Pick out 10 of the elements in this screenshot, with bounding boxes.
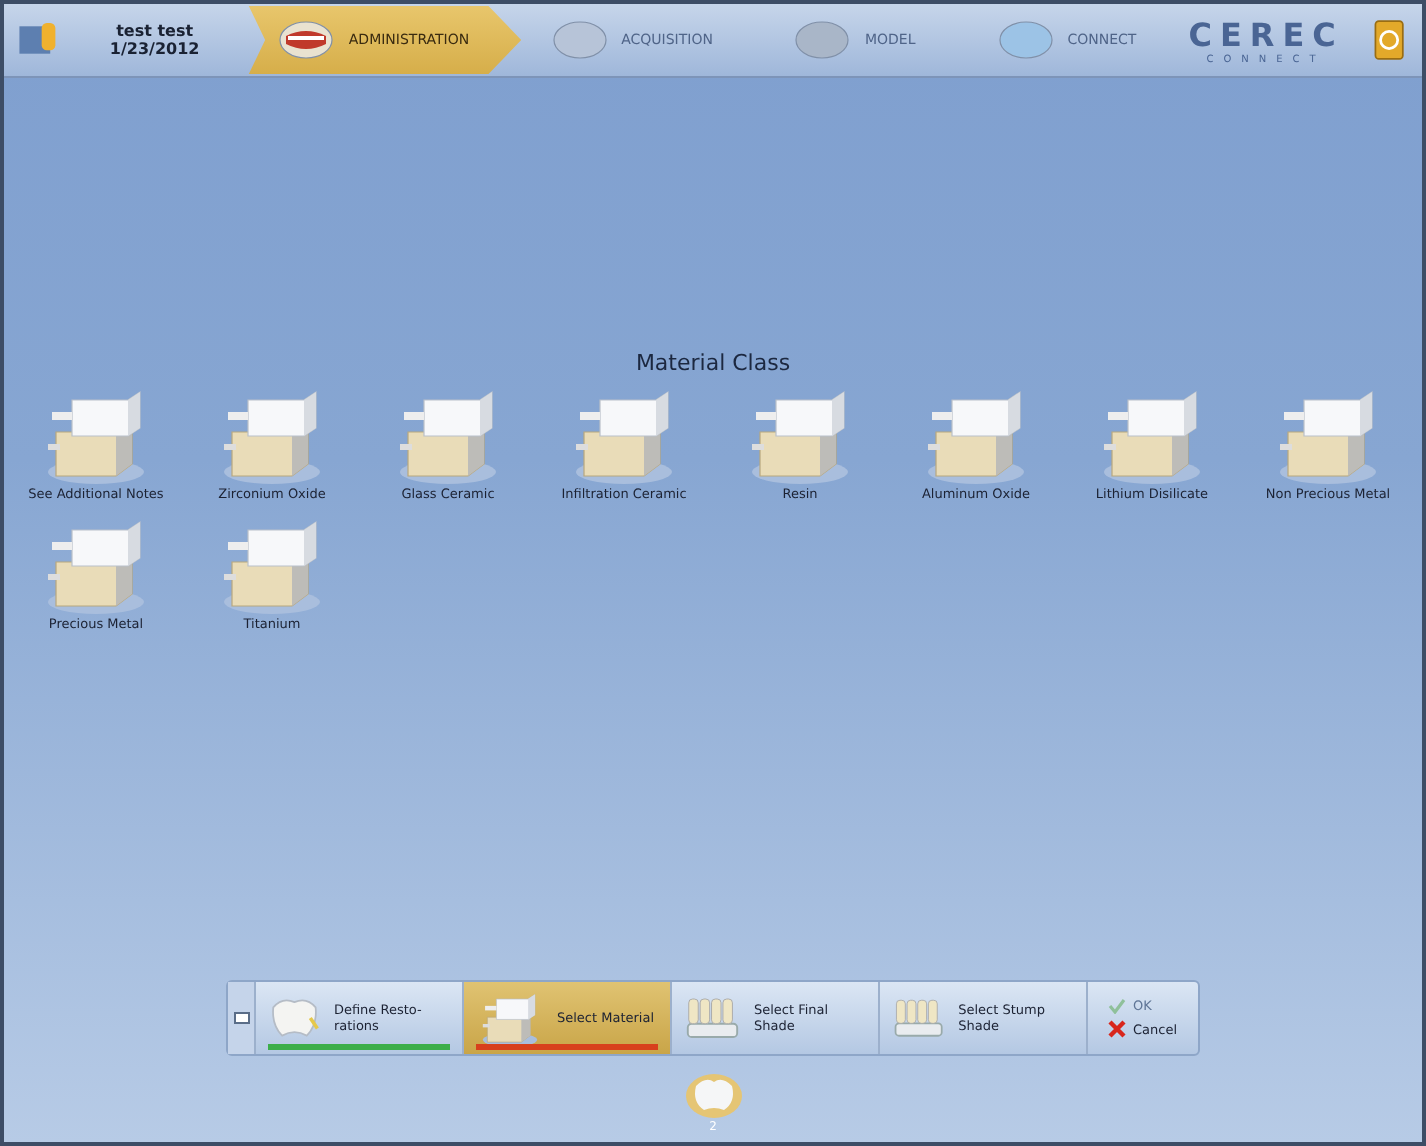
section-title: Material Class: [635, 350, 791, 376]
patient-name: test test: [116, 22, 194, 40]
shade-guide-icon: [684, 992, 742, 1044]
logo-title: CEREC: [1188, 15, 1344, 53]
help-book-icon[interactable]: [1371, 16, 1406, 64]
cross-icon: [1108, 1020, 1127, 1038]
collapse-icon: [233, 1012, 250, 1024]
check-icon: [1108, 998, 1127, 1014]
patient-date: 1/23/2012: [109, 40, 200, 58]
collapse-button[interactable]: [228, 982, 257, 1054]
